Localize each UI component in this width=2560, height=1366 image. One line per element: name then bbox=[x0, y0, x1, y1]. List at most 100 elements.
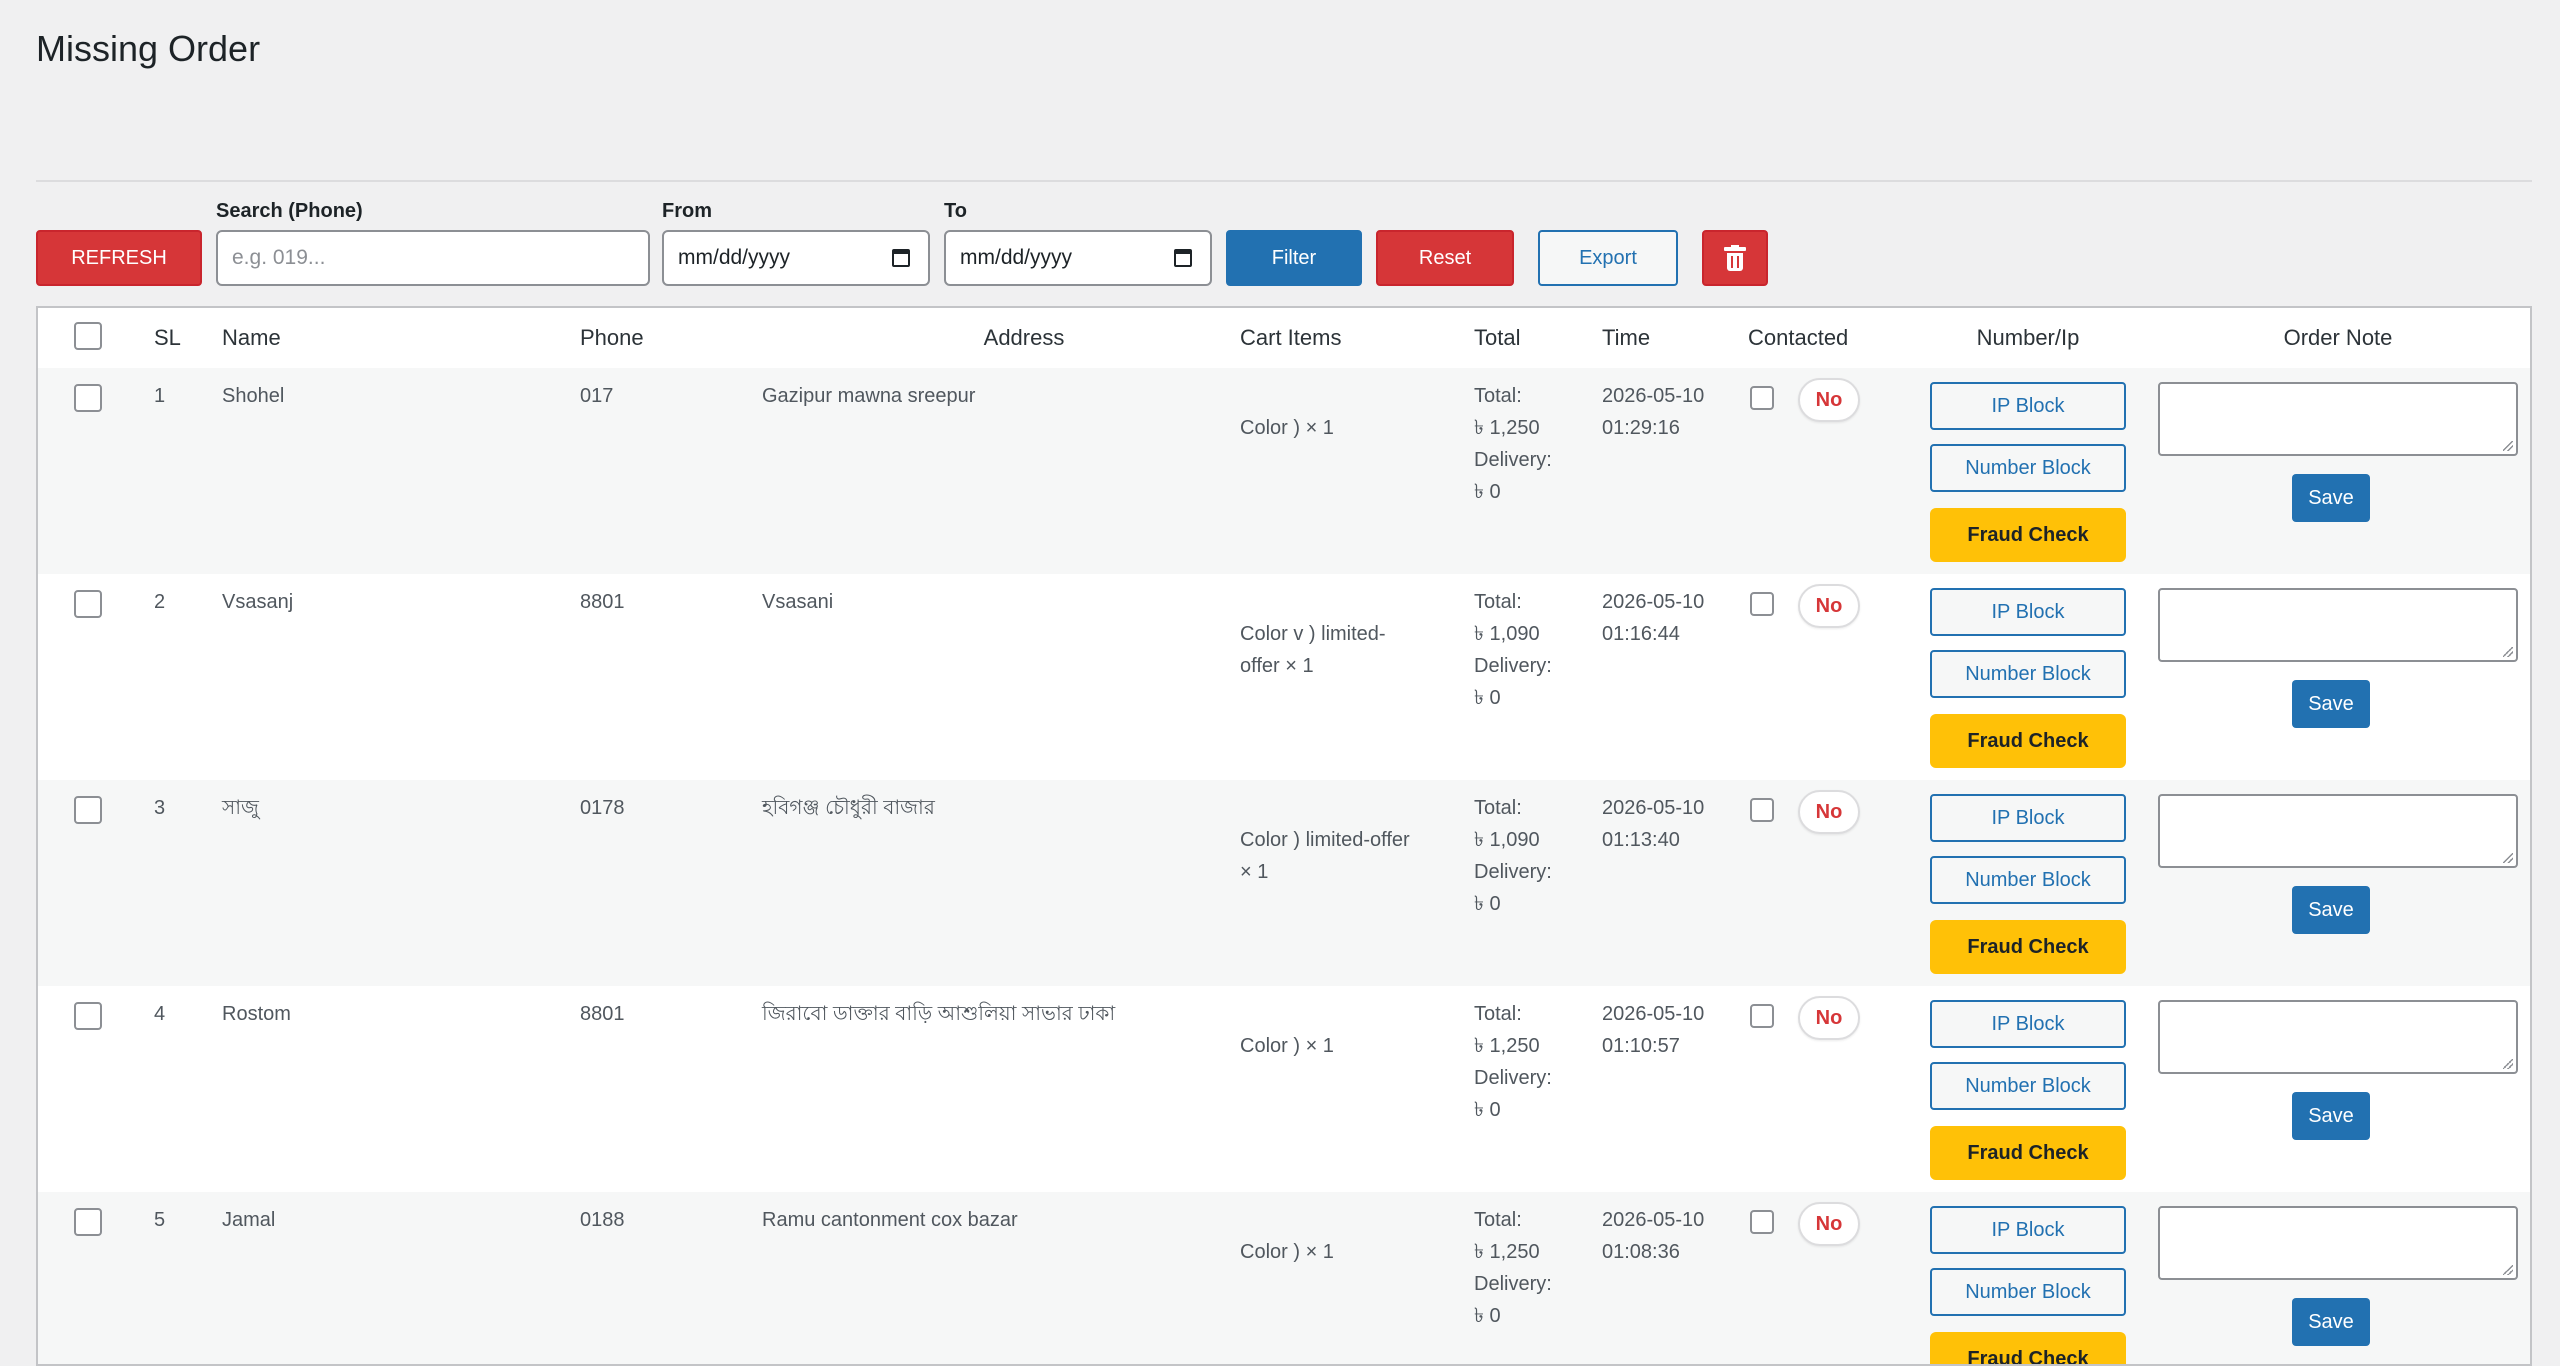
to-label: To bbox=[944, 200, 967, 222]
ip-block-button[interactable]: IP Block bbox=[1930, 588, 2126, 636]
order-note-textarea[interactable] bbox=[2158, 382, 2518, 456]
save-note-button[interactable]: Save bbox=[2292, 474, 2370, 522]
order-note-textarea[interactable] bbox=[2158, 1206, 2518, 1280]
row-total-line: Total: bbox=[1474, 797, 1522, 819]
calendar-icon[interactable] bbox=[1174, 249, 1192, 267]
row-name: Rostom bbox=[222, 1003, 291, 1025]
row-total-line: ৳ 1,250 bbox=[1474, 1241, 1540, 1263]
search-input[interactable]: e.g. 019... bbox=[216, 230, 650, 286]
contacted-status-toggle[interactable]: No bbox=[1798, 996, 1860, 1040]
row-name: সাজু bbox=[222, 797, 259, 819]
fraud-check-button[interactable]: Fraud Check bbox=[1930, 508, 2126, 562]
fraud-check-button[interactable]: Fraud Check bbox=[1930, 1126, 2126, 1180]
row-address: Ramu cantonment cox bazar bbox=[762, 1209, 1018, 1231]
fraud-check-button[interactable]: Fraud Check bbox=[1930, 1332, 2126, 1364]
contacted-status-toggle[interactable]: No bbox=[1798, 584, 1860, 628]
trash-icon bbox=[1724, 245, 1746, 271]
refresh-button[interactable]: REFRESH bbox=[36, 230, 202, 286]
table-header: SL Name Phone Address Cart Items Total T… bbox=[38, 308, 2530, 370]
page-title: Missing Order bbox=[36, 28, 261, 69]
row-sl: 3 bbox=[154, 797, 166, 819]
ip-block-button[interactable]: IP Block bbox=[1930, 382, 2126, 430]
contacted-status-toggle[interactable]: No bbox=[1798, 1202, 1860, 1246]
row-phone: 0178 bbox=[580, 797, 625, 819]
select-all-checkbox[interactable] bbox=[74, 322, 102, 350]
row-cart-item: Color v ) limited- bbox=[1240, 623, 1386, 645]
contacted-checkbox[interactable] bbox=[1750, 386, 1774, 410]
row-total-line: Total: bbox=[1474, 591, 1522, 613]
row-name: Vsasanj bbox=[222, 591, 294, 613]
to-date-input[interactable]: mm/dd/yyyy bbox=[944, 230, 1212, 286]
header-contacted: Contacted bbox=[1748, 325, 1849, 350]
row-address: Gazipur mawna sreepur bbox=[762, 385, 976, 407]
row-address: Vsasani bbox=[762, 591, 834, 613]
row-total-line: ৳ 1,250 bbox=[1474, 1035, 1540, 1057]
fraud-check-button[interactable]: Fraud Check bbox=[1930, 920, 2126, 974]
row-total-line: ৳ 0 bbox=[1474, 687, 1501, 709]
toolbar: REFRESH Search (Phone) e.g. 019... From … bbox=[36, 198, 2036, 288]
save-note-button[interactable]: Save bbox=[2292, 1092, 2370, 1140]
contacted-status-toggle[interactable]: No bbox=[1798, 378, 1860, 422]
order-note-textarea[interactable] bbox=[2158, 794, 2518, 868]
number-block-button[interactable]: Number Block bbox=[1930, 1268, 2126, 1316]
table-row: 4 Rostom 8801 জিরাবো ডাক্তার বাড়ি আশুলিয়া… bbox=[38, 986, 2530, 1192]
number-block-button[interactable]: Number Block bbox=[1930, 650, 2126, 698]
row-sl: 5 bbox=[154, 1209, 166, 1231]
order-note-textarea[interactable] bbox=[2158, 588, 2518, 662]
row-time: 01:29:16 bbox=[1602, 417, 1680, 439]
contacted-checkbox[interactable] bbox=[1750, 592, 1774, 616]
row-time: 2026-05-10 bbox=[1602, 591, 1705, 613]
filter-button[interactable]: Filter bbox=[1226, 230, 1362, 286]
row-total-line: Total: bbox=[1474, 1209, 1522, 1231]
from-date-input[interactable]: mm/dd/yyyy bbox=[662, 230, 930, 286]
row-time: 01:10:57 bbox=[1602, 1035, 1680, 1057]
table-row: 1 Shohel 017 Gazipur mawna sreepur Color ) ×… bbox=[38, 368, 2530, 574]
reset-button[interactable]: Reset bbox=[1376, 230, 1514, 286]
header-time: Time bbox=[1602, 325, 1651, 350]
row-cart-item: Color ) × 1 bbox=[1240, 417, 1334, 439]
row-total-line: Delivery: bbox=[1474, 1067, 1552, 1089]
row-name: Jamal bbox=[222, 1209, 276, 1231]
order-note-textarea[interactable] bbox=[2158, 1000, 2518, 1074]
row-time: 2026-05-10 bbox=[1602, 797, 1705, 819]
row-checkbox[interactable] bbox=[74, 590, 102, 618]
delete-button[interactable] bbox=[1702, 230, 1768, 286]
row-phone: 8801 bbox=[580, 1003, 625, 1025]
calendar-icon[interactable] bbox=[892, 249, 910, 267]
row-time: 2026-05-10 bbox=[1602, 1003, 1705, 1025]
fraud-check-button[interactable]: Fraud Check bbox=[1930, 714, 2126, 768]
to-date-value: mm/dd/yyyy bbox=[960, 246, 1073, 269]
ip-block-button[interactable]: IP Block bbox=[1930, 794, 2126, 842]
orders-table: SL Name Phone Address Cart Items Total T… bbox=[36, 306, 2532, 1366]
row-total-line: ৳ 0 bbox=[1474, 893, 1501, 915]
header-name: Name bbox=[222, 325, 281, 350]
ip-block-button[interactable]: IP Block bbox=[1930, 1000, 2126, 1048]
row-total-line: ৳ 0 bbox=[1474, 481, 1501, 503]
header-sl: SL bbox=[154, 325, 181, 350]
save-note-button[interactable]: Save bbox=[2292, 680, 2370, 728]
save-note-button[interactable]: Save bbox=[2292, 886, 2370, 934]
row-total-line: ৳ 0 bbox=[1474, 1099, 1501, 1121]
row-checkbox[interactable] bbox=[74, 1208, 102, 1236]
row-checkbox[interactable] bbox=[74, 384, 102, 412]
number-block-button[interactable]: Number Block bbox=[1930, 1062, 2126, 1110]
row-checkbox[interactable] bbox=[74, 1002, 102, 1030]
row-sl: 4 bbox=[154, 1003, 166, 1025]
number-block-button[interactable]: Number Block bbox=[1930, 856, 2126, 904]
row-total-line: ৳ 1,090 bbox=[1474, 623, 1540, 645]
contacted-status-toggle[interactable]: No bbox=[1798, 790, 1860, 834]
table-row: 3 সাজু 0178 হবিগঞ্জ চৌধুরী বাজার Color ) lim… bbox=[38, 780, 2530, 986]
row-checkbox[interactable] bbox=[74, 796, 102, 824]
save-note-button[interactable]: Save bbox=[2292, 1298, 2370, 1346]
contacted-checkbox[interactable] bbox=[1750, 1210, 1774, 1234]
row-total-line: Delivery: bbox=[1474, 655, 1552, 677]
table-row: 2 Vsasanj 8801 Vsasani Color v ) limited-off… bbox=[38, 574, 2530, 780]
contacted-checkbox[interactable] bbox=[1750, 1004, 1774, 1028]
row-time: 01:13:40 bbox=[1602, 829, 1680, 851]
contacted-checkbox[interactable] bbox=[1750, 798, 1774, 822]
row-total-line: Delivery: bbox=[1474, 449, 1552, 471]
number-block-button[interactable]: Number Block bbox=[1930, 444, 2126, 492]
row-total-line: Total: bbox=[1474, 385, 1522, 407]
ip-block-button[interactable]: IP Block bbox=[1930, 1206, 2126, 1254]
export-button[interactable]: Export bbox=[1538, 230, 1678, 286]
